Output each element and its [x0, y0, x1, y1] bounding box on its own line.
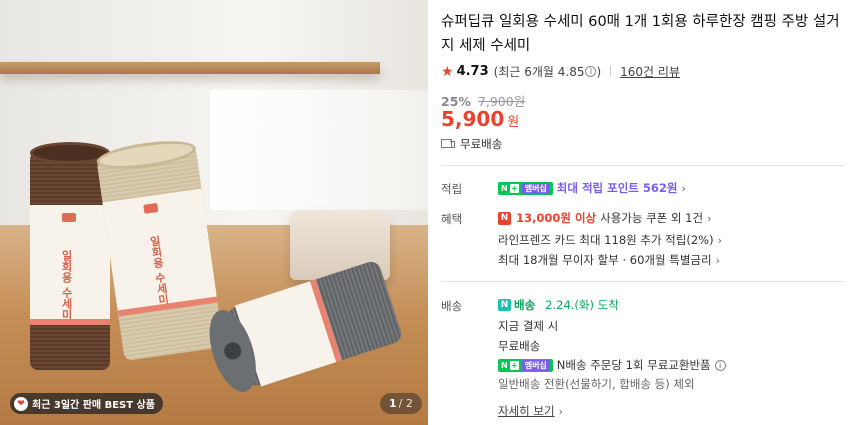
- sale-price: 5,900: [441, 107, 505, 131]
- membership-text: 멤버십: [521, 359, 550, 371]
- chevron-right-icon: ›: [558, 404, 563, 418]
- payment-note: 지금 결제 시: [498, 319, 559, 333]
- delivery-detail-link[interactable]: 자세히 보기 ›: [498, 403, 563, 419]
- roll-label: 일회용 수세미: [147, 234, 171, 306]
- product-info-panel: 슈퍼딥큐 일회용 수세미 60매 1개 1회용 하루한장 캠핑 주방 설거지 세…: [441, 0, 845, 425]
- coupon-link[interactable]: N 13,000원 이상 사용가능 쿠폰 외 1건 ›: [498, 210, 711, 226]
- return-text: N배송 주문당 1회 무료교환반품: [556, 358, 711, 372]
- background-window-light: [210, 90, 428, 210]
- section-divider: [441, 281, 845, 282]
- section-divider: [441, 165, 845, 166]
- product-title: 슈퍼딥큐 일회용 수세미 60매 1개 1회용 하루한장 캠핑 주방 설거지 세…: [441, 14, 840, 54]
- delivery-type: 배송: [514, 298, 536, 312]
- shipping-text: 무료배송: [460, 137, 503, 151]
- installment-link[interactable]: 최대 18개월 무이자 할부 · 60개월 특별금리 ›: [498, 252, 720, 268]
- arrival-date: 2.24.(화) 도착: [545, 298, 619, 312]
- return-policy-row: N + 멤버십 N배송 주문당 1회 무료교환반품 i: [498, 357, 726, 373]
- plus-icon: +: [509, 183, 519, 193]
- brown-scrubber-roll-image: 일회용 수세미: [30, 142, 110, 370]
- npay-membership-badge: N + 멤버십: [498, 358, 553, 372]
- card-benefit-link[interactable]: 라인프렌즈 카드 최대 118원 추가 적립(2%) ›: [498, 232, 722, 248]
- chevron-right-icon: ›: [681, 181, 686, 195]
- n-delivery-badge: N 배송: [498, 297, 535, 313]
- n-delivery-icon: N: [498, 299, 511, 311]
- recent-rating: (최근 6개월 4.85: [493, 65, 585, 79]
- star-icon: ★: [441, 63, 454, 80]
- shipping-row: 무료배송: [441, 136, 502, 152]
- delivery-label: 배송: [441, 299, 463, 313]
- info-icon[interactable]: i: [585, 66, 597, 77]
- recent-rating-close: ): [596, 64, 602, 79]
- points-link[interactable]: N + 멤버십 최대 적립 포인트 562원 ›: [498, 180, 686, 196]
- roll-label: 일회용 수세미: [60, 250, 73, 320]
- membership-text: 멤버십: [521, 182, 550, 194]
- image-page-counter: 1 / 2: [380, 393, 422, 414]
- gift-icon: ❤: [14, 396, 28, 411]
- plus-icon: +: [509, 360, 519, 370]
- detail-link-text: 자세히 보기: [498, 404, 555, 418]
- chevron-right-icon: ›: [715, 253, 720, 267]
- best-seller-badge: ❤ 최근 3일간 판매 BEST 상품: [10, 393, 163, 414]
- background-shelf: [0, 62, 380, 74]
- truck-icon: [441, 139, 455, 149]
- rating-score: 4.73: [456, 64, 489, 79]
- reviews-link[interactable]: 160건 리뷰: [620, 63, 680, 80]
- delivery-date-row: N 배송 2.24.(화) 도착: [498, 297, 619, 313]
- npay-membership-badge: N + 멤버십: [498, 181, 553, 195]
- currency-unit: 원: [507, 115, 520, 130]
- return-note: 일반배송 전환(선물하기, 합배송 등) 제외: [498, 377, 695, 391]
- npay-n: N: [501, 360, 508, 370]
- price-row: 5,900 원: [441, 107, 519, 131]
- benefits-label: 혜택: [441, 212, 463, 226]
- rating-row: ★ 4.73 (최근 6개월 4.85 i ) 160건 리뷰: [441, 63, 680, 80]
- page-current: 1: [389, 397, 397, 410]
- page-total: / 2: [398, 397, 413, 410]
- points-label: 적립: [441, 182, 463, 196]
- best-badge-text: 최근 3일간 판매 BEST 상품: [32, 400, 155, 411]
- coupon-text: 사용가능 쿠폰 외 1건: [600, 211, 704, 225]
- divider-vertical: [610, 66, 612, 77]
- chevron-right-icon: ›: [717, 233, 722, 247]
- card-benefit-text: 라인프렌즈 카드 최대 118원 추가 적립(2%): [498, 233, 714, 247]
- delivery-fee: 무료배송: [498, 339, 541, 353]
- info-icon[interactable]: i: [714, 359, 726, 371]
- coupon-n-badge: N: [498, 211, 511, 225]
- points-text: 최대 적립 포인트: [556, 181, 639, 195]
- installment-text: 최대 18개월 무이자 할부 · 60개월 특별금리: [498, 253, 712, 267]
- coupon-condition: 13,000원 이상: [516, 211, 597, 225]
- chevron-right-icon: ›: [707, 211, 712, 225]
- npay-n: N: [501, 183, 508, 193]
- product-image-gallery[interactable]: 일회용 수세미 일회용 수세미 ❤ 최근 3일간 판매 BEST 상품 1 / …: [0, 0, 428, 425]
- points-amount: 562원: [642, 181, 678, 195]
